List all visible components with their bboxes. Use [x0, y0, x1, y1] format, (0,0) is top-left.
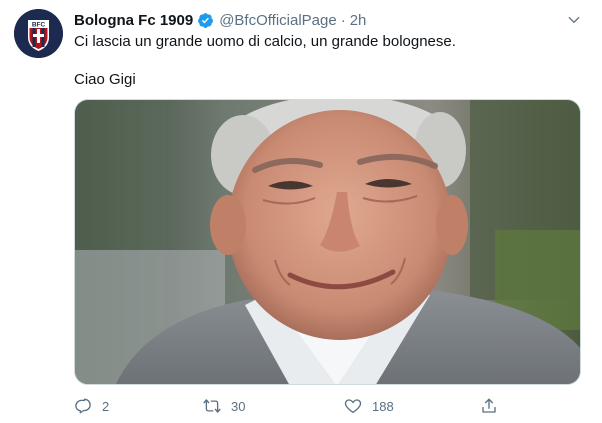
retweet-icon	[203, 399, 221, 413]
tweet[interactable]: BFC Bologna Fc 1909 @BfcOfficialPage · 2…	[0, 0, 602, 423]
bologna-logo: BFC	[14, 9, 63, 58]
reply-button[interactable]: 2	[74, 396, 109, 416]
like-count: 188	[372, 398, 394, 414]
reply-count: 2	[102, 398, 110, 414]
svg-text:BFC: BFC	[32, 22, 46, 29]
separator-dot: ·	[340, 11, 346, 29]
chevron-down-icon[interactable]	[566, 12, 582, 28]
display-name[interactable]: Bologna Fc 1909	[74, 12, 193, 29]
portrait-image	[75, 100, 580, 384]
timestamp[interactable]: 2h	[350, 12, 367, 29]
tweet-actions: 2 30 188	[74, 396, 514, 416]
share-button[interactable]	[480, 396, 498, 416]
handle[interactable]: @BfcOfficialPage	[219, 12, 337, 29]
tweet-photo[interactable]	[74, 99, 581, 385]
share-icon	[482, 398, 496, 413]
retweet-count: 30	[231, 398, 246, 414]
tweet-text-line: Ci lascia un grande uomo di calcio, un g…	[74, 33, 456, 50]
retweet-button[interactable]: 30	[203, 396, 245, 416]
verified-badge-icon	[198, 12, 214, 28]
like-button[interactable]: 188	[344, 396, 394, 416]
avatar[interactable]: BFC	[14, 9, 63, 58]
tweet-text-line: Ciao Gigi	[74, 71, 136, 88]
like-icon	[344, 399, 362, 414]
reply-icon	[75, 398, 91, 414]
tweet-header: Bologna Fc 1909 @BfcOfficialPage · 2h	[74, 10, 366, 30]
